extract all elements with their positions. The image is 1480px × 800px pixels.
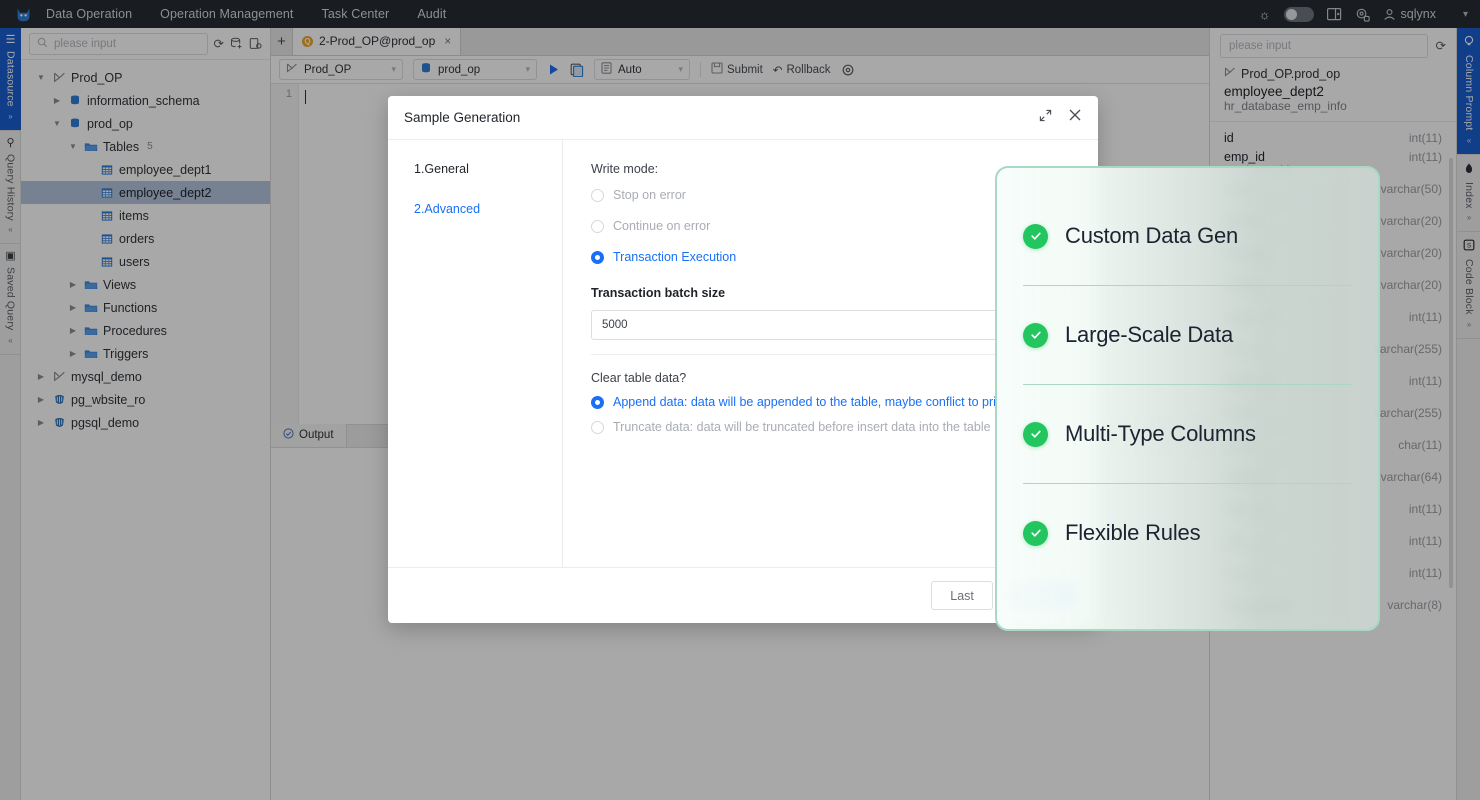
radio-label: Transaction Execution — [613, 250, 737, 264]
radio-button — [591, 219, 604, 233]
feature-label: Custom Data Gen — [1065, 223, 1239, 248]
radio-label: Stop on error — [613, 188, 686, 202]
radio-label: Truncate data: data will be truncated be… — [613, 420, 991, 434]
check-circle-icon — [1023, 223, 1048, 249]
feature-label: Flexible Rules — [1065, 520, 1201, 545]
feature-item: Multi-Type Columns — [997, 402, 1378, 466]
dialog-header: Sample Generation — [388, 96, 1098, 140]
close-icon[interactable] — [1068, 108, 1082, 127]
radio-button — [591, 188, 604, 202]
check-circle-icon — [1023, 322, 1048, 348]
feature-item: Custom Data Gen — [997, 204, 1378, 268]
feature-divider — [1023, 285, 1352, 286]
radio-button — [591, 420, 604, 434]
last-button[interactable]: Last — [931, 581, 994, 610]
step-advanced[interactable]: 2.Advanced — [414, 202, 562, 216]
dialog-title: Sample Generation — [404, 110, 521, 125]
dialog-steps: 1.General 2.Advanced — [388, 140, 563, 567]
batch-size-value: 5000 — [602, 319, 628, 331]
check-circle-icon — [1023, 421, 1048, 447]
radio-label: Continue on error — [613, 219, 711, 233]
feature-label: Large-Scale Data — [1065, 322, 1234, 347]
check-circle-icon — [1023, 520, 1048, 546]
feature-item: Flexible Rules — [997, 501, 1378, 565]
sample-generation-dialog: Sample Generation 1.General 2.Advanced W… — [388, 96, 1098, 623]
radio-button — [591, 250, 604, 264]
feature-highlight-card: Custom Data Gen Large-Scale Data Multi-T… — [995, 166, 1380, 631]
feature-item: Large-Scale Data — [997, 303, 1378, 367]
feature-card-spacer — [997, 565, 1378, 629]
dialog-footer: Last Submit — [388, 567, 1098, 623]
app-root: Data Operation Operation Management Task… — [0, 0, 1480, 800]
feature-label: Multi-Type Columns — [1065, 421, 1256, 446]
feature-divider — [1023, 384, 1352, 385]
step-general[interactable]: 1.General — [414, 162, 562, 176]
radio-button — [591, 395, 604, 409]
dialog-body: 1.General 2.Advanced Write mode: Stop on… — [388, 140, 1098, 567]
expand-icon[interactable] — [1039, 109, 1052, 127]
feature-divider — [1023, 483, 1352, 484]
radio-label: Append data: data will be appended to th… — [613, 395, 1047, 409]
dialog-header-actions — [1039, 108, 1082, 127]
